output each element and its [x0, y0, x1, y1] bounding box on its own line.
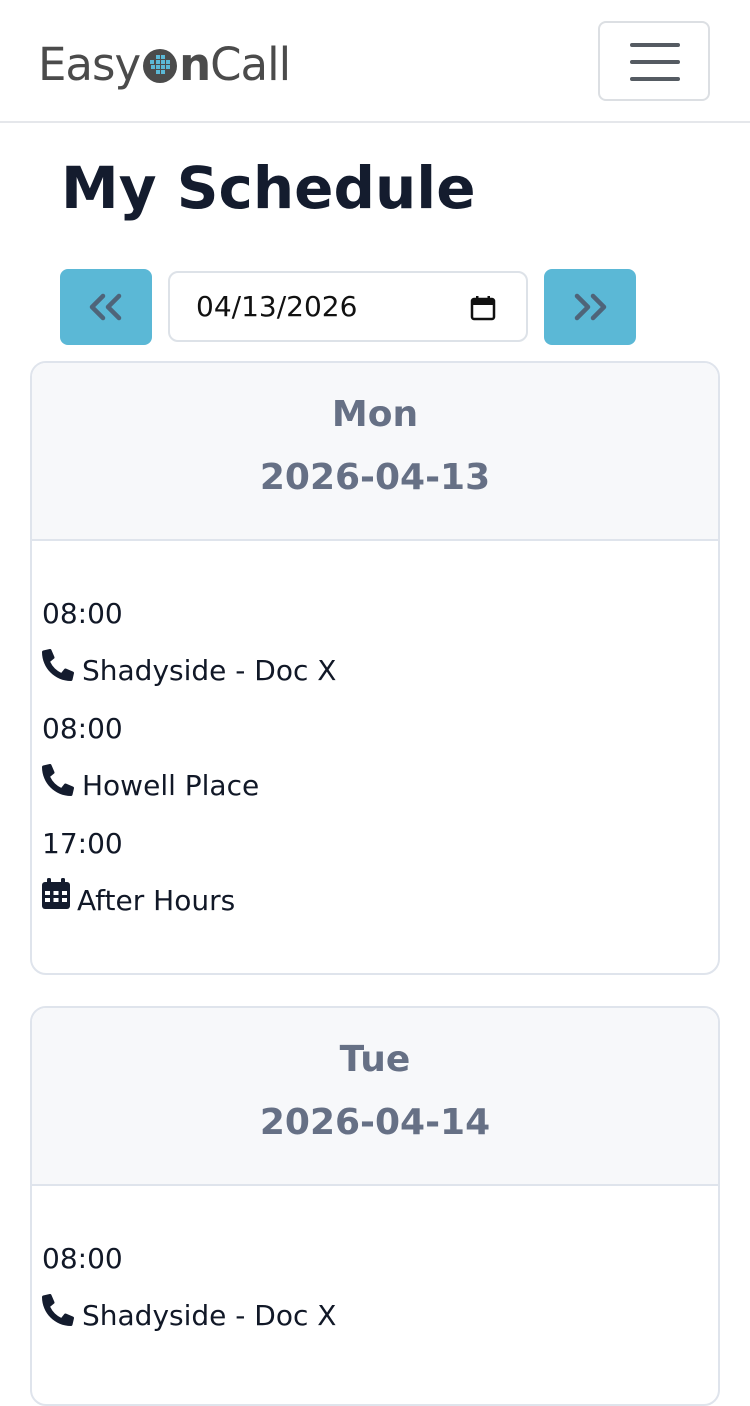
day-weekday: Tue	[339, 1039, 411, 1080]
day-card-header: Mon 2026-04-13	[32, 363, 718, 541]
entry-name: Howell Place	[82, 769, 260, 802]
page-title: My Schedule	[61, 154, 476, 222]
phone-icon	[42, 1294, 74, 1326]
phone-icon	[42, 649, 74, 681]
calendar-icon	[42, 878, 70, 909]
next-week-button[interactable]	[544, 269, 636, 345]
entry-time: 08:00	[42, 597, 123, 630]
date-value: 04/13/2026	[196, 290, 358, 323]
entry-name: Shadyside - Doc X	[82, 1299, 337, 1332]
entry-name: Shadyside - Doc X	[82, 654, 337, 687]
navbar: Easy n Call	[0, 0, 750, 123]
navbar-toggle-button[interactable]	[598, 21, 710, 101]
day-card: Tue 2026-04-14 08:00 Shadyside - Doc X	[30, 1006, 720, 1406]
brand-suffix: Call	[210, 37, 291, 91]
schedule-entry[interactable]: Shadyside - Doc X	[42, 1294, 337, 1333]
brand-prefix: Easy	[38, 37, 141, 91]
chevrons-right-icon	[574, 293, 607, 321]
entry-time: 08:00	[42, 1242, 123, 1275]
previous-week-button[interactable]	[60, 269, 152, 345]
calendar-icon[interactable]	[470, 295, 496, 321]
phone-icon	[42, 764, 74, 796]
entry-name: After Hours	[77, 884, 236, 917]
date-picker-input[interactable]: 04/13/2026	[168, 271, 528, 342]
brand-bold: n	[179, 37, 211, 91]
day-card: Mon 2026-04-13 08:00 Shadyside - Doc X 0…	[30, 361, 720, 975]
entry-time: 08:00	[42, 712, 123, 745]
day-card-header: Tue 2026-04-14	[32, 1008, 718, 1186]
schedule-entry[interactable]: Howell Place	[42, 764, 260, 803]
chevrons-left-icon	[89, 293, 122, 321]
brand-logo[interactable]: Easy n Call	[38, 36, 291, 92]
day-date: 2026-04-13	[259, 457, 491, 498]
day-weekday: Mon	[331, 394, 419, 435]
schedule-entry[interactable]: After Hours	[42, 878, 236, 918]
day-date: 2026-04-14	[259, 1102, 491, 1143]
entry-time: 17:00	[42, 827, 123, 860]
schedule-entry[interactable]: Shadyside - Doc X	[42, 649, 337, 688]
brand-o-mark-icon	[143, 49, 178, 83]
